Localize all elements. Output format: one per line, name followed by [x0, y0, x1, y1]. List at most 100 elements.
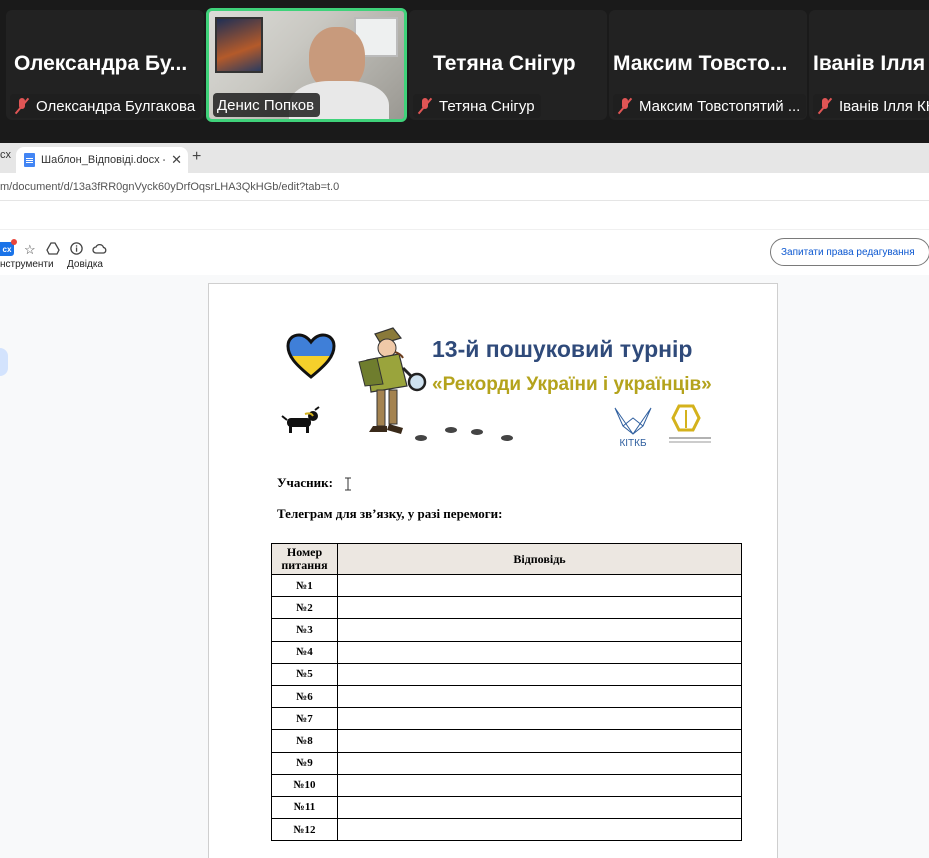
- participant-label: Іванів Ілля КН: [813, 94, 929, 118]
- answer-cell[interactable]: [337, 751, 742, 775]
- table-row: №4: [271, 640, 742, 664]
- poster-image: [215, 17, 263, 73]
- question-number-cell: №8: [271, 729, 338, 753]
- browser-window: cx Шаблон_Відповіді.docx - Goog ✕ + m/do…: [0, 143, 929, 858]
- table-row: №11: [271, 795, 742, 820]
- question-number-cell: №10: [271, 773, 338, 797]
- question-number-cell: №9: [271, 751, 338, 775]
- browser-tab-active[interactable]: Шаблон_Відповіді.docx - Goog ✕: [16, 147, 188, 173]
- ukraine-heart-icon: [286, 333, 336, 379]
- participant-big-name: Олександра Бу...: [14, 52, 188, 75]
- document-canvas: 13-й пошуковий турнір «Рекорди України і…: [0, 275, 929, 858]
- table-row: №2: [271, 596, 742, 620]
- header-question-number: Номер питання: [271, 543, 338, 575]
- answer-cell[interactable]: [337, 596, 742, 620]
- participant-name: Денис Попков: [217, 96, 315, 114]
- screen: Олександра Бу... Олександра Булгакова Де…: [0, 0, 929, 858]
- info-icon[interactable]: [70, 242, 83, 258]
- new-tab-icon[interactable]: +: [192, 148, 201, 166]
- previous-tab-fragment[interactable]: cx: [0, 149, 11, 161]
- participant-label: Максим Товстопятий ...: [613, 94, 807, 118]
- kitkb-logo-text: КІТКБ: [619, 438, 647, 449]
- participant-label: Олександра Булгакова: [10, 94, 202, 118]
- table-header-row: Номер питання Відповідь: [271, 543, 742, 575]
- answer-cell[interactable]: [337, 729, 742, 753]
- question-number-cell: №12: [271, 818, 338, 842]
- participant-field-label: Учасник:: [277, 475, 333, 490]
- question-number-cell: №4: [271, 640, 338, 664]
- mic-off-icon: [617, 97, 633, 115]
- table-row: №5: [271, 662, 742, 686]
- cloud-icon[interactable]: [92, 242, 107, 257]
- participant-label: Денис Попков: [213, 93, 321, 117]
- participant-label: Тетяна Снігур: [413, 94, 541, 118]
- kitkb-logo: КІТКБ: [614, 407, 652, 449]
- table-row: №1: [271, 573, 742, 598]
- participant-tile-speaking[interactable]: Денис Попков: [206, 8, 407, 122]
- answer-cell[interactable]: [337, 640, 742, 664]
- participant-big-name: Максим Товсто...: [613, 52, 788, 75]
- participant-tile[interactable]: Олександра Бу... Олександра Булгакова: [6, 10, 204, 120]
- university-logo: [669, 404, 711, 443]
- outline-toggle[interactable]: [0, 348, 8, 376]
- star-icon[interactable]: ☆: [24, 242, 36, 258]
- table-row: №10: [271, 773, 742, 797]
- question-number-cell: №2: [271, 596, 338, 620]
- tab-bar: cx Шаблон_Відповіді.docx - Goog ✕ +: [0, 143, 929, 173]
- question-number-cell: №3: [271, 618, 338, 642]
- dachshund-illustration: [281, 406, 320, 433]
- notification-dot: [11, 239, 17, 245]
- footprints-illustration: [415, 427, 513, 441]
- participant-name: Олександра Булгакова: [36, 97, 196, 115]
- question-number-cell: №11: [271, 795, 338, 820]
- drive-icon[interactable]: [46, 242, 60, 258]
- answers-table-body: №1 №2 №3 №4 №5 №6 №7 №8 №9 №10 №11 №12: [271, 573, 742, 842]
- banner-title: 13-й пошуковий турнір: [432, 336, 693, 362]
- participant-tile[interactable]: Максим Товсто... Максим Товстопятий ...: [609, 10, 807, 120]
- request-edit-access-button[interactable]: Запитати права редагування: [770, 238, 929, 266]
- table-row: №6: [271, 684, 742, 709]
- participant-name: Максим Товстопятий ...: [639, 97, 801, 115]
- participant-tile[interactable]: Тетяна Снігур Тетяна Снігур: [409, 10, 607, 120]
- menu-help[interactable]: Довідка: [67, 259, 103, 270]
- header-answer: Відповідь: [337, 543, 742, 575]
- telegram-field-label: Телеграм для зв’язку, у разі перемоги:: [277, 506, 503, 521]
- table-row: №12: [271, 818, 742, 842]
- table-row: №8: [271, 729, 742, 753]
- menu-tools[interactable]: нструменти: [0, 259, 54, 270]
- answers-table: Номер питання Відповідь №1 №2 №3 №4 №5 №6 №7 №8…: [271, 543, 742, 842]
- url-text[interactable]: m/document/d/13a3fRR0gnVyck60yDrfOqsrLHA…: [0, 181, 339, 193]
- participant-name: Тетяна Снігур: [439, 97, 535, 115]
- mic-off-icon: [14, 97, 30, 115]
- question-number-cell: №1: [271, 573, 338, 598]
- answer-cell[interactable]: [337, 684, 742, 709]
- answer-cell[interactable]: [337, 618, 742, 642]
- banner-subtitle: «Рекорди України і українців»: [432, 374, 712, 395]
- answer-cell[interactable]: [337, 707, 742, 731]
- answer-cell[interactable]: [337, 662, 742, 686]
- participant-name: Іванів Ілля КН: [839, 97, 929, 115]
- answer-cell[interactable]: [337, 818, 742, 842]
- docs-toolbar: cx ☆ нструменти Довідка Запитати права р…: [0, 229, 929, 275]
- call-participant-strip: Олександра Бу... Олександра Булгакова Де…: [0, 0, 929, 143]
- close-tab-icon[interactable]: ✕: [171, 152, 182, 168]
- table-row: №9: [271, 751, 742, 775]
- mic-off-icon: [417, 97, 433, 115]
- table-row: №7: [271, 707, 742, 731]
- participant-big-name: Тетяна Снігур: [433, 52, 576, 75]
- participant-big-name: Іванів Ілля: [813, 52, 926, 75]
- google-docs-icon: [24, 153, 35, 167]
- answer-cell[interactable]: [337, 795, 742, 820]
- tab-title: Шаблон_Відповіді.docx - Goog: [41, 154, 165, 166]
- tournament-banner: 13-й пошуковий турнір «Рекорди України і…: [277, 324, 737, 454]
- document-page[interactable]: 13-й пошуковий турнір «Рекорди України і…: [208, 283, 778, 858]
- question-number-cell: №6: [271, 684, 338, 709]
- mic-off-icon: [817, 97, 833, 115]
- question-number-cell: №7: [271, 707, 338, 731]
- question-number-cell: №5: [271, 662, 338, 686]
- table-row: №3: [271, 618, 742, 642]
- address-bar[interactable]: m/document/d/13a3fRR0gnVyck60yDrfOqsrLHA…: [0, 173, 929, 201]
- answer-cell[interactable]: [337, 573, 742, 598]
- answer-cell[interactable]: [337, 773, 742, 797]
- participant-tile[interactable]: Іванів Ілля Іванів Ілля КН: [809, 10, 929, 120]
